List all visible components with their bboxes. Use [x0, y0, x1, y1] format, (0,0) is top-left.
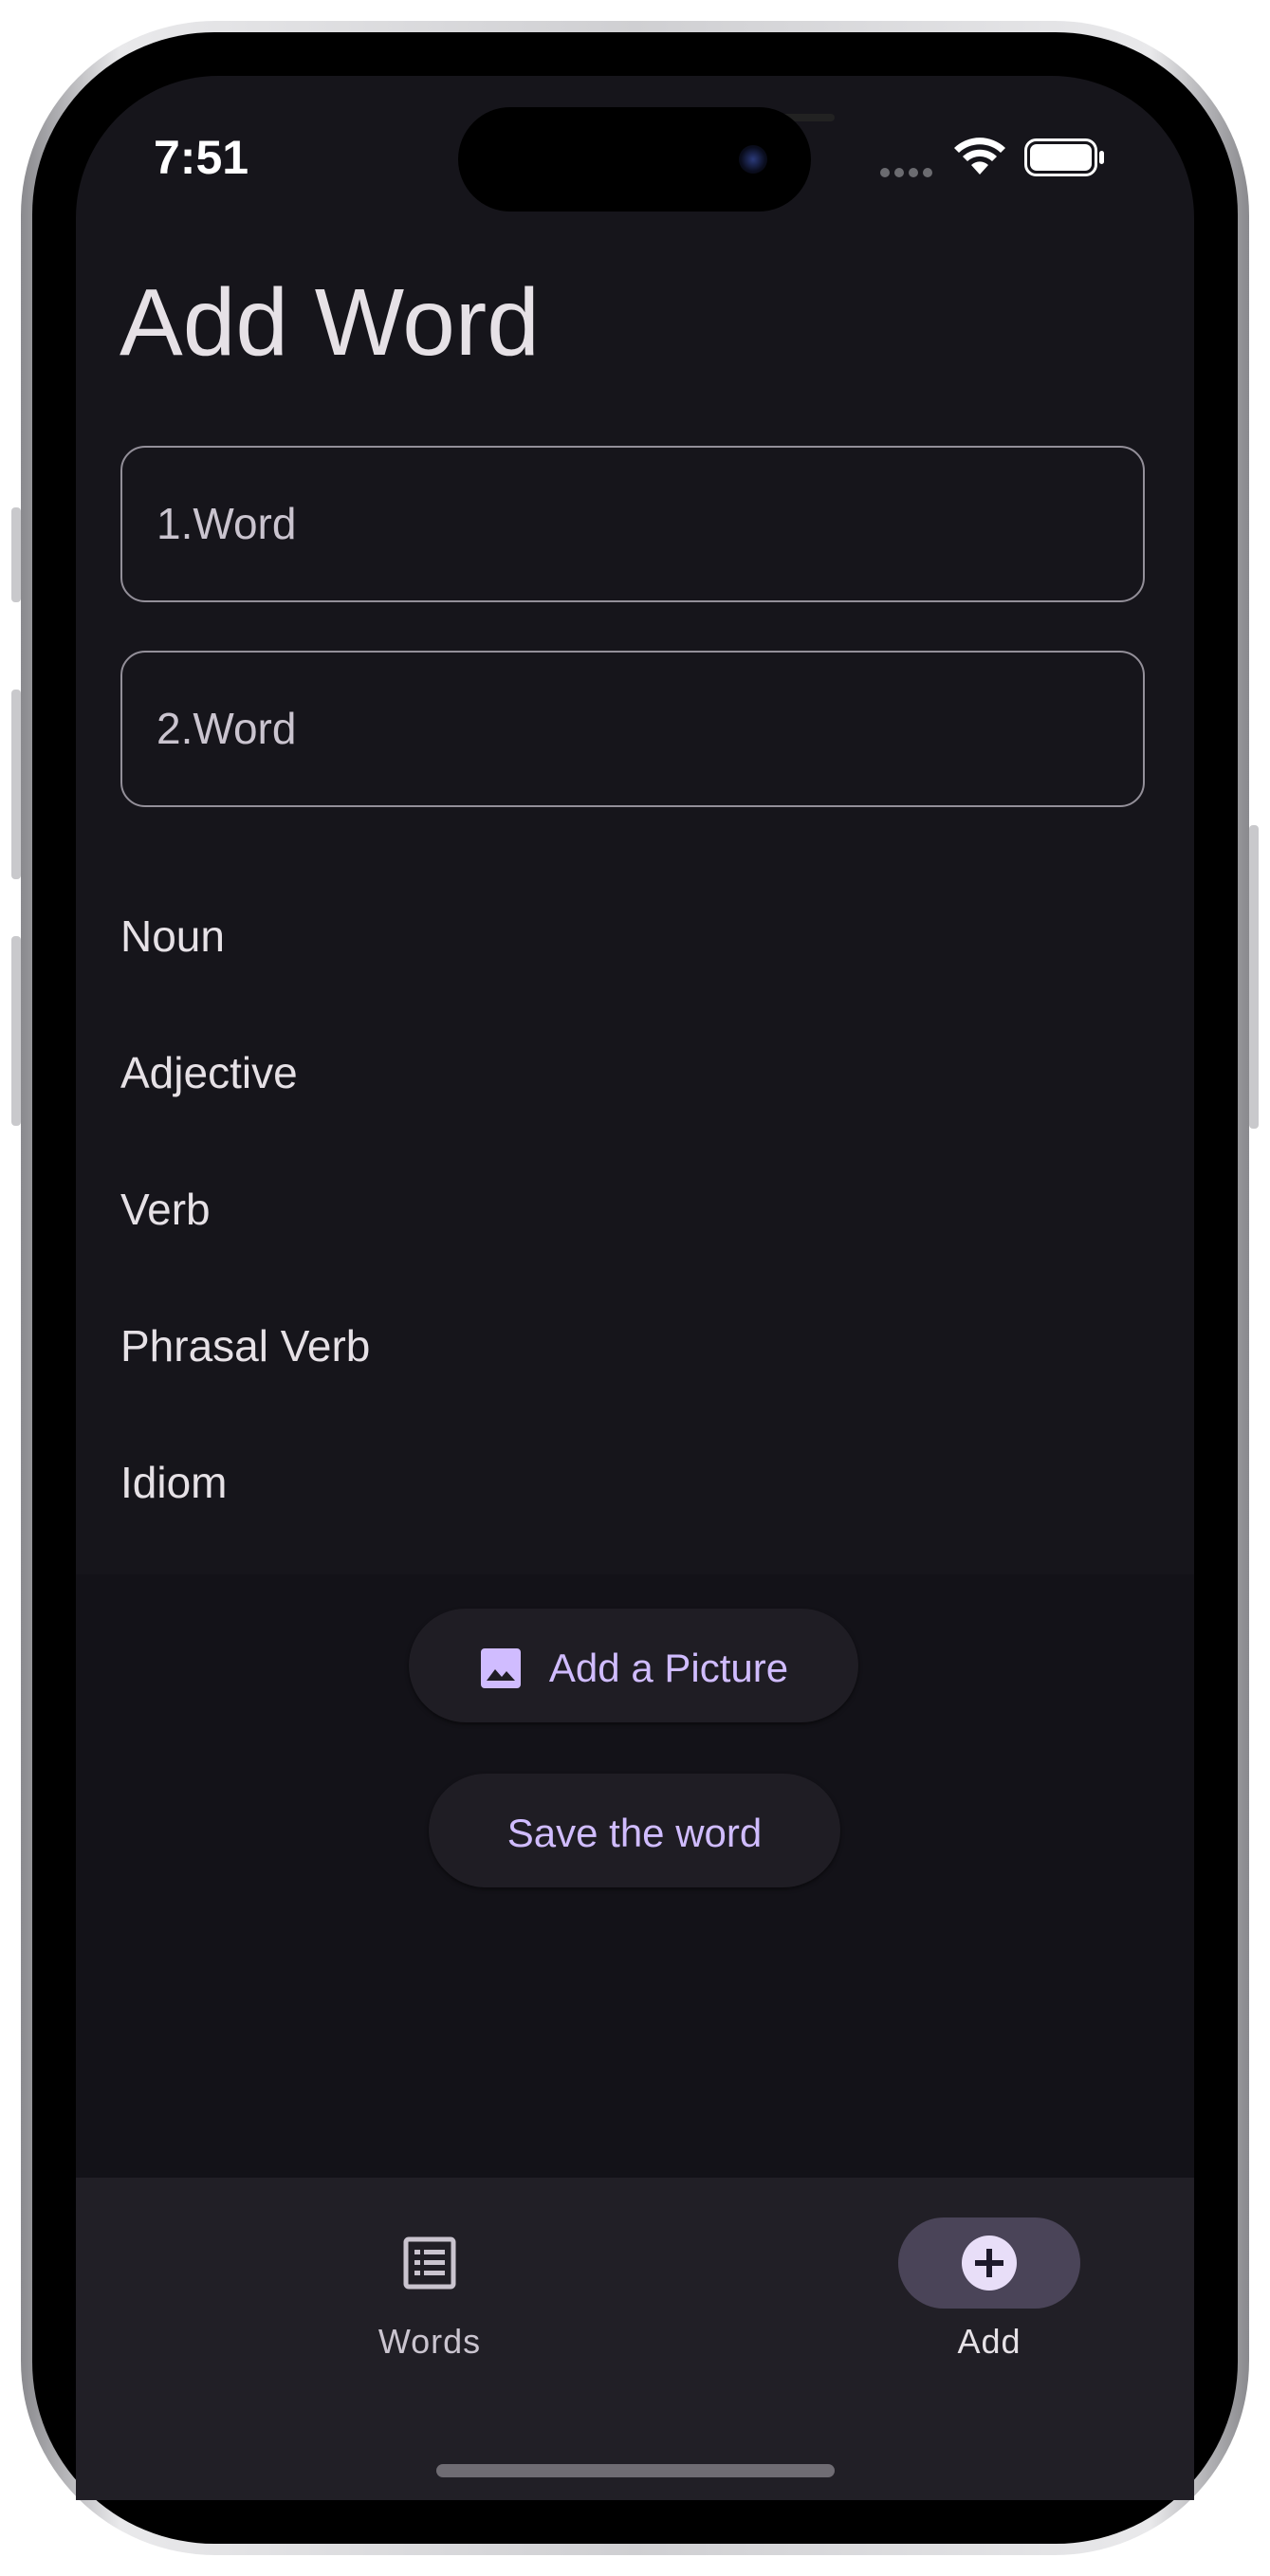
add-picture-label: Add a Picture	[548, 1645, 789, 1690]
word-type-idiom[interactable]: Idiom	[120, 1454, 690, 1511]
add-circle-icon	[962, 2236, 1017, 2291]
list-icon	[403, 2236, 456, 2290]
camera-icon	[739, 145, 767, 174]
wifi-icon	[954, 138, 1005, 175]
volume-up-button	[11, 690, 21, 879]
cellular-signal-icon	[880, 165, 937, 177]
add-picture-button[interactable]: Add a Picture	[409, 1609, 858, 1722]
nav-label-words: Words	[377, 2322, 482, 2361]
first-word-input[interactable]: 1.Word	[120, 446, 1145, 602]
status-time: 7:51	[154, 131, 249, 184]
word-type-verb[interactable]: Verb	[120, 1181, 690, 1238]
save-word-button[interactable]: Save the word	[429, 1774, 840, 1887]
battery-icon	[1024, 138, 1104, 176]
image-icon	[480, 1647, 521, 1688]
action-button	[11, 507, 21, 602]
second-word-input[interactable]: 2.Word	[120, 651, 1145, 807]
volume-down-button	[11, 936, 21, 1126]
save-word-label: Save the word	[506, 1810, 763, 1855]
nav-item-words[interactable]: Words	[249, 2178, 610, 2386]
power-button	[1249, 825, 1259, 1129]
first-word-placeholder: 1.Word	[156, 499, 297, 548]
word-type-phrasal-verb[interactable]: Phrasal Verb	[120, 1317, 690, 1374]
nav-item-add[interactable]: Add	[809, 2178, 1169, 2386]
word-type-adjective[interactable]: Adjective	[120, 1044, 690, 1101]
word-type-noun[interactable]: Noun	[120, 908, 690, 965]
second-word-placeholder: 2.Word	[156, 704, 297, 753]
home-indicator	[436, 2464, 835, 2477]
bottom-navigation: Words Add	[76, 2178, 1194, 2500]
nav-label-add: Add	[957, 2322, 1022, 2361]
dynamic-island	[458, 107, 811, 212]
page-title: Add Word	[120, 269, 540, 376]
